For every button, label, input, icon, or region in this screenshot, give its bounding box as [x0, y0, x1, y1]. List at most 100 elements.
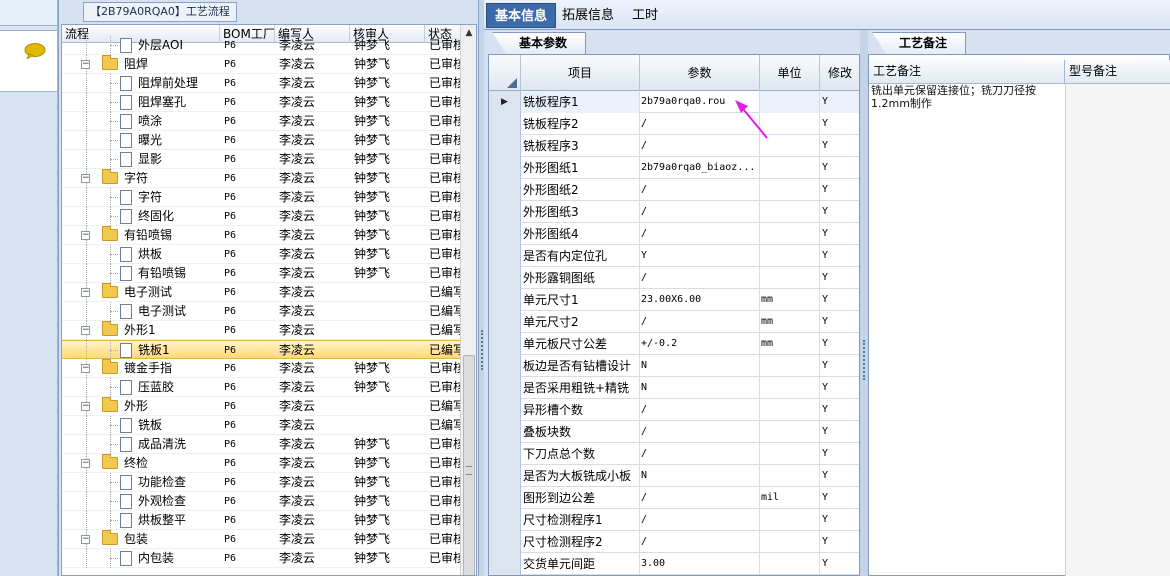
param-value-cell[interactable]: / [640, 421, 760, 443]
column-header-item[interactable]: 项目 [521, 55, 640, 91]
tab-work-hours[interactable]: 工时 [624, 3, 666, 28]
collapse-toggle-icon[interactable]: − [81, 288, 90, 297]
column-header-value[interactable]: 参数 [640, 55, 760, 91]
tree-step-row[interactable]: 阻焊前处理 P6 李凌云 钟梦飞 已审核 [62, 74, 462, 93]
tab-process-notes[interactable]: 工艺备注 [872, 32, 967, 54]
tree-folder-row[interactable]: − 终检 P6 李凌云 钟梦飞 已审核 [62, 454, 462, 473]
param-value-cell[interactable]: / [640, 223, 760, 245]
param-row[interactable]: 是否有内定位孔 Y Y [489, 245, 859, 267]
tree-step-row[interactable]: 外层AOI P6 李凌云 钟梦飞 已审核 [62, 36, 462, 55]
row-header[interactable] [489, 531, 521, 553]
collapse-toggle-icon[interactable]: − [81, 326, 90, 335]
tree-step-row[interactable]: 功能检查 P6 李凌云 钟梦飞 已审核 [62, 473, 462, 492]
collapse-toggle-icon[interactable]: − [81, 60, 90, 69]
scroll-up-arrow-icon[interactable]: ▲ [463, 27, 475, 39]
param-row[interactable]: 下刀点总个数 / Y [489, 443, 859, 465]
param-row[interactable]: 尺寸检测程序2/ Y [489, 531, 859, 553]
tree-step-row[interactable]: 铣板1 P6 李凌云 已编写 [62, 340, 462, 360]
row-header[interactable] [489, 421, 521, 443]
row-header[interactable] [489, 443, 521, 465]
param-row[interactable]: 交货单元间距 3.00 Y [489, 553, 859, 575]
tree-folder-row[interactable]: − 外形 P6 李凌云 已编写 [62, 397, 462, 416]
tree-step-row[interactable]: 喷涂 P6 李凌云 钟梦飞 已审核 [62, 112, 462, 131]
row-header[interactable] [489, 509, 521, 531]
param-value-cell[interactable]: +/-0.2 [640, 333, 760, 355]
row-header[interactable] [489, 289, 521, 311]
column-header-unit[interactable]: 单位 [760, 55, 820, 91]
tree-step-row[interactable]: 烘板 P6 李凌云 钟梦飞 已审核 [62, 245, 462, 264]
param-row[interactable]: 外形图纸1 2b79a0rqa0_biaoz... Y [489, 157, 859, 179]
row-header[interactable] [489, 399, 521, 421]
tree-step-row[interactable]: 压蓝胶 P6 李凌云 钟梦飞 已审核 [62, 378, 462, 397]
tree-folder-row[interactable]: − 阻焊 P6 李凌云 钟梦飞 已审核 [62, 55, 462, 74]
row-header[interactable] [489, 355, 521, 377]
current-row-arrow-icon[interactable]: ▶ [489, 91, 521, 113]
collapse-toggle-icon[interactable]: − [81, 231, 90, 240]
column-header-model-note[interactable]: 型号备注 [1065, 60, 1170, 84]
tree-step-row[interactable]: 阻焊塞孔 P6 李凌云 钟梦飞 已审核 [62, 93, 462, 112]
param-row[interactable]: 叠板块数 / Y [489, 421, 859, 443]
tab-extended-info[interactable]: 拓展信息 [554, 3, 622, 28]
row-header[interactable] [489, 223, 521, 245]
collapse-toggle-icon[interactable]: − [81, 174, 90, 183]
param-row[interactable]: 铣板程序3/Y [489, 135, 859, 157]
param-row[interactable]: 单元板尺寸公差 +/-0.2 mm Y [489, 333, 859, 355]
param-row[interactable]: ▶ 铣板程序1 2b79a0rqa0.rou Y [489, 91, 859, 113]
param-row[interactable]: 板边是否有钻槽设计 N Y [489, 355, 859, 377]
row-header[interactable] [489, 179, 521, 201]
row-header[interactable] [489, 465, 521, 487]
param-value-cell[interactable]: N [640, 465, 760, 487]
tree-step-row[interactable]: 曝光 P6 李凌云 钟梦飞 已审核 [62, 131, 462, 150]
collapse-toggle-icon[interactable]: − [81, 535, 90, 544]
param-value-cell[interactable]: 23.00X6.00 [640, 289, 760, 311]
param-value-cell[interactable]: / [640, 487, 760, 509]
param-value-cell[interactable]: / [640, 201, 760, 223]
row-header[interactable] [489, 201, 521, 223]
row-header[interactable] [489, 135, 521, 157]
tree-step-row[interactable]: 终固化 P6 李凌云 钟梦飞 已审核 [62, 207, 462, 226]
collapse-toggle-icon[interactable]: − [81, 459, 90, 468]
param-value-cell[interactable]: 2b79a0rqa0_biaoz... [640, 157, 760, 179]
tree-step-row[interactable]: 铣板 P6 李凌云 已编写 [62, 416, 462, 435]
row-header[interactable] [489, 487, 521, 509]
tree-step-row[interactable]: 外观检查 P6 李凌云 钟梦飞 已审核 [62, 492, 462, 511]
tree-folder-row[interactable]: − 包装 P6 李凌云 钟梦飞 已审核 [62, 530, 462, 549]
row-header[interactable] [489, 333, 521, 355]
param-value-cell[interactable]: / [640, 179, 760, 201]
tree-folder-row[interactable]: − 字符 P6 李凌云 钟梦飞 已审核 [62, 169, 462, 188]
tab-basic-info[interactable]: 基本信息 [486, 3, 557, 28]
scroll-thumb[interactable] [463, 355, 475, 575]
param-row[interactable]: 是否采用粗铣+精铣 N Y [489, 377, 859, 399]
process-note-text[interactable]: 铣出单元保留连接位；铣刀刀径按1.2mm制作 [871, 84, 1063, 110]
param-value-cell[interactable]: Y [640, 245, 760, 267]
row-header[interactable] [489, 267, 521, 289]
param-row[interactable]: 图形到边公差 / mil Y [489, 487, 859, 509]
row-header[interactable] [489, 113, 521, 135]
param-row[interactable]: 外形图纸4/ Y [489, 223, 859, 245]
param-value-cell[interactable]: / [640, 267, 760, 289]
tree-step-row[interactable]: 内包装 P6 李凌云 钟梦飞 已审核 [62, 549, 462, 568]
collapse-toggle-icon[interactable]: − [81, 364, 90, 373]
param-row[interactable]: 单元尺寸2/mm Y [489, 311, 859, 333]
row-header[interactable] [489, 377, 521, 399]
param-row[interactable]: 是否为大板铣成小板 N Y [489, 465, 859, 487]
tree-folder-row[interactable]: − 外形1 P6 李凌云 已编写 [62, 321, 462, 340]
row-header[interactable] [489, 245, 521, 267]
tree-folder-row[interactable]: − 镀金手指 P6 李凌云 钟梦飞 已审核 [62, 359, 462, 378]
column-header-process-note[interactable]: 工艺备注 [869, 60, 1065, 84]
param-row[interactable]: 铣板程序2/Y [489, 113, 859, 135]
param-value-cell[interactable]: N [640, 355, 760, 377]
detail-splitter[interactable] [860, 30, 868, 576]
param-row[interactable]: 外形露铜图纸 / Y [489, 267, 859, 289]
model-note-cell[interactable] [1065, 84, 1170, 576]
row-header[interactable] [489, 157, 521, 179]
tree-step-row[interactable]: 电子测试 P6 李凌云 已编写 [62, 302, 462, 321]
param-value-cell[interactable]: / [640, 311, 760, 333]
param-row[interactable]: 异形槽个数 / Y [489, 399, 859, 421]
tree-folder-row[interactable]: − 电子测试 P6 李凌云 已编写 [62, 283, 462, 302]
row-header[interactable] [489, 311, 521, 333]
column-header-modify[interactable]: 修改 [820, 55, 859, 91]
param-row[interactable]: 外形图纸2/ Y [489, 179, 859, 201]
tree-vertical-scrollbar[interactable]: ▲ [460, 25, 476, 575]
param-row[interactable]: 外形图纸3/ Y [489, 201, 859, 223]
